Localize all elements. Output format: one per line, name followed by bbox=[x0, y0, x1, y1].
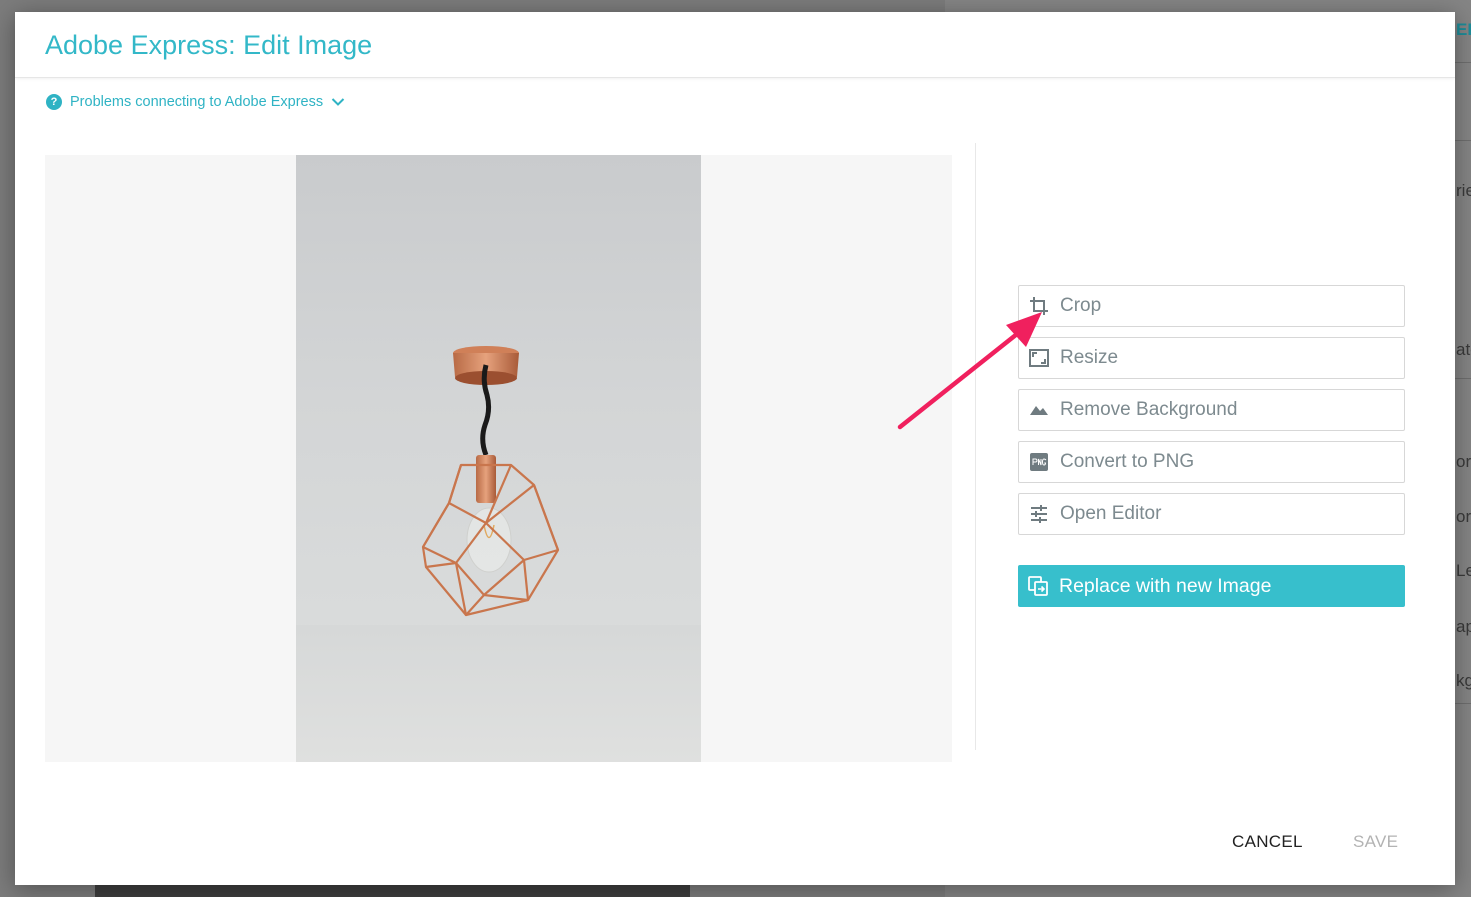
image-preview bbox=[296, 155, 701, 762]
convert-to-png-button[interactable]: Convert to PNG bbox=[1018, 441, 1405, 483]
chevron-down-icon bbox=[331, 97, 345, 107]
backdrop-divider bbox=[1455, 378, 1471, 379]
save-button[interactable]: SAVE bbox=[1353, 832, 1398, 852]
panel-divider bbox=[975, 143, 976, 750]
replace-image-label: Replace with new Image bbox=[1059, 574, 1272, 597]
cancel-button[interactable]: CANCEL bbox=[1232, 832, 1303, 852]
backdrop-divider bbox=[1455, 62, 1471, 63]
question-icon: ? bbox=[46, 94, 62, 110]
image-preview-area bbox=[45, 155, 952, 762]
sliders-icon bbox=[1029, 504, 1049, 524]
open-editor-label: Open Editor bbox=[1060, 503, 1162, 524]
dialog-header: Adobe Express: Edit Image bbox=[15, 12, 1455, 78]
pendant-lamp-illustration bbox=[421, 346, 560, 617]
mountain-icon bbox=[1029, 400, 1049, 420]
backdrop-bottom-bar bbox=[95, 884, 690, 897]
replace-image-button[interactable]: Replace with new Image bbox=[1018, 565, 1405, 607]
backdrop-text-fragment: kgi bbox=[1456, 671, 1471, 690]
resize-icon bbox=[1029, 348, 1049, 368]
open-editor-button[interactable]: Open Editor bbox=[1018, 493, 1405, 535]
crop-icon bbox=[1029, 296, 1049, 316]
resize-label: Resize bbox=[1060, 347, 1119, 368]
backdrop-text-fragment: rie bbox=[1456, 181, 1471, 200]
edit-tools-list: Crop Resize Remove Background Convert to… bbox=[1018, 285, 1405, 545]
dialog-title: Adobe Express: Edit Image bbox=[45, 30, 373, 60]
remove-background-button[interactable]: Remove Background bbox=[1018, 389, 1405, 431]
resize-button[interactable]: Resize bbox=[1018, 337, 1405, 379]
backdrop-text-fragment: or bbox=[1456, 507, 1471, 526]
backdrop-text-fragment: Le bbox=[1456, 561, 1471, 580]
backdrop-text-fragment: ap bbox=[1456, 617, 1471, 636]
backdrop-text-fragment: EF bbox=[1456, 20, 1471, 39]
replace-image-icon bbox=[1028, 576, 1048, 596]
help-link[interactable]: ? Problems connecting to Adobe Express bbox=[46, 94, 345, 110]
backdrop-divider bbox=[1455, 703, 1471, 704]
backdrop-text-fragment: ate bbox=[1456, 340, 1471, 359]
convert-to-png-label: Convert to PNG bbox=[1060, 451, 1195, 472]
png-icon bbox=[1029, 452, 1049, 472]
crop-button[interactable]: Crop bbox=[1018, 285, 1405, 327]
remove-background-label: Remove Background bbox=[1060, 399, 1238, 420]
backdrop-divider bbox=[1455, 140, 1471, 141]
backdrop-text-fragment: or bbox=[1456, 452, 1471, 471]
help-link-label: Problems connecting to Adobe Express bbox=[70, 94, 324, 110]
crop-label: Crop bbox=[1060, 295, 1102, 316]
